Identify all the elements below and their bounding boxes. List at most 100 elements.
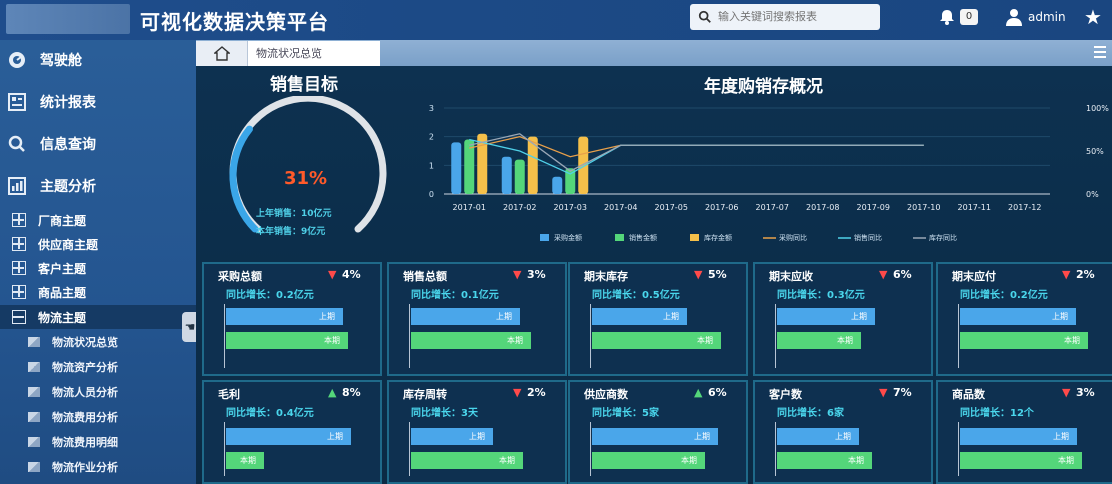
sidebar-sub-logistics[interactable]: 物流主题 [0,305,196,329]
sidebar-leaf-assets[interactable]: 物流资产分析 [0,355,196,379]
sidebar-sub-product[interactable]: 商品主题 [0,280,196,304]
bar-采购金额 [552,176,563,194]
x-tick-label: 2017-11 [958,203,991,212]
sidebar-leaf-cost-detail[interactable]: 物流费用明细 [0,430,196,454]
expand-icon [12,285,26,299]
chart-icon [28,337,40,347]
card-bar-previous: 上期 [411,428,493,445]
tab-logistics-overview[interactable]: 物流状况总览 [248,41,380,66]
sidebar-sub-supplier[interactable]: 供应商主题 [0,232,196,256]
x-tick-label: 2017-01 [453,203,486,212]
legend-swatch [615,234,624,241]
sidebar-item-query[interactable]: 信息查询 [0,126,196,162]
card-title: 商品数 [952,388,985,401]
sidebar-leaf-operations[interactable]: 物流作业分析 [0,455,196,479]
card-axis [224,422,225,476]
card-bar-current: 本期 [226,332,348,349]
legend-label: 销售同比 [854,233,882,242]
bar-采购金额 [451,142,462,194]
trend-flag-icon: ▼ [513,386,522,399]
chart-icon [28,387,40,397]
x-tick-label: 2017-10 [907,203,940,212]
star-icon[interactable]: ★ [1084,5,1102,29]
search-icon [8,135,26,153]
card-bar-previous: 上期 [226,308,343,325]
card-percent: 3% [1076,386,1095,399]
card-bar-current: 本期 [226,452,264,469]
card-bar-previous: 上期 [592,308,687,325]
kpi-card[interactable]: 期末应收 ▼ 6% 同比增长：0.3亿元 上期 本期 [753,262,933,376]
x-tick-label: 2017-03 [554,203,587,212]
user-menu[interactable]: admin [1006,8,1066,26]
sidebar-item-analysis[interactable]: 主题分析 [0,168,196,204]
sidebar-item-label: 信息查询 [40,137,96,153]
trend-flag-icon: ▼ [328,268,337,281]
kpi-card[interactable]: 供应商数 ▲ 6% 同比增长：5家 上期 本期 [568,380,748,484]
y2-tick-label: 0% [1086,190,1099,199]
kpi-card[interactable]: 库存周转 ▼ 2% 同比增长：3天 上期 本期 [387,380,567,484]
kpi-card[interactable]: 期末应付 ▼ 2% 同比增长：0.2亿元 上期 本期 [936,262,1112,376]
user-icon [1006,9,1022,26]
card-percent: 6% [708,386,727,399]
bell-icon[interactable] [938,8,956,30]
card-bar-current: 本期 [777,332,861,349]
card-growth: 同比增长：0.1亿元 [411,290,499,301]
sidebar-leaf-staff[interactable]: 物流人员分析 [0,380,196,404]
gauge-this-year: 本年销售：9亿元 [256,227,326,237]
kpi-card[interactable]: 采购总额 ▼ 4% 同比增长：0.2亿元 上期 本期 [202,262,382,376]
kpi-card[interactable]: 商品数 ▼ 3% 同比增长：12个 上期 本期 [936,380,1112,484]
card-title: 期末库存 [584,270,628,283]
y2-tick-label: 50% [1086,147,1104,156]
card-bar-previous: 上期 [960,428,1077,445]
sales-gauge: 31% 上年销售：10亿元 本年销售：9亿元 [228,94,388,256]
search-box[interactable] [690,4,880,30]
card-bar-current: 本期 [777,452,872,469]
chart-icon [28,362,40,372]
card-bar-current: 本期 [592,332,721,349]
logo [6,4,130,34]
x-tick-label: 2017-12 [1008,203,1041,212]
expand-icon [12,237,26,251]
main-content: 销售目标 31% 上年销售：10亿元 本年销售：9亿元 年度购销存概况 0 1 2 3… [196,66,1112,484]
sidebar-item-dashboard[interactable]: 驾驶舱 [0,42,196,78]
collapse-icon [12,310,26,324]
bar-采购金额 [501,156,512,194]
kpi-card[interactable]: 毛利 ▲ 8% 同比增长：0.4亿元 上期 本期 [202,380,382,484]
sidebar-sub-customer[interactable]: 客户主题 [0,256,196,280]
card-bar-current: 本期 [411,332,531,349]
sidebar-sub-vendor[interactable]: 厂商主题 [0,208,196,232]
sales-target-title: 销售目标 [270,75,338,95]
menu-icon[interactable] [1094,46,1106,58]
trend-flag-icon: ▲ [328,386,337,399]
card-growth: 同比增长：3天 [411,408,478,419]
card-axis [409,422,410,476]
x-tick-label: 2017-05 [655,203,688,212]
tab-bar: 物流状况总览 [196,40,1112,66]
card-title: 供应商数 [584,388,628,401]
tab-home[interactable] [196,41,248,66]
sidebar-item-label: 驾驶舱 [40,53,82,69]
card-title: 客户数 [769,388,802,401]
search-icon [698,10,711,23]
gauge-last-year: 上年销售：10亿元 [256,209,332,219]
expand-icon [12,261,26,275]
card-title: 期末应收 [769,270,813,283]
top-header: 可视化数据决策平台 0 admin ★ [0,0,1112,40]
app: 可视化数据决策平台 0 admin ★ 驾驶舱 统计报表 信息查询 [0,0,1112,484]
card-title: 销售总额 [403,270,447,283]
sidebar-leaf-overview[interactable]: 物流状况总览 [0,330,196,354]
chart-icon [28,462,40,472]
x-tick-label: 2017-02 [503,203,536,212]
trend-flag-icon: ▼ [1062,386,1071,399]
kpi-card[interactable]: 客户数 ▼ 7% 同比增长：6家 上期 本期 [753,380,933,484]
card-percent: 2% [1076,268,1095,281]
kpi-card[interactable]: 期末库存 ▼ 5% 同比增长：0.5亿元 上期 本期 [568,262,748,376]
search-input[interactable] [718,11,868,23]
card-bar-current: 本期 [411,452,523,469]
sidebar-leaf-costs[interactable]: 物流费用分析 [0,405,196,429]
card-growth: 同比增长：0.4亿元 [226,408,314,419]
card-axis [590,422,591,476]
sidebar-item-reports[interactable]: 统计报表 [0,84,196,120]
app-title: 可视化数据决策平台 [140,10,329,34]
kpi-card[interactable]: 销售总额 ▼ 3% 同比增长：0.1亿元 上期 本期 [387,262,567,376]
